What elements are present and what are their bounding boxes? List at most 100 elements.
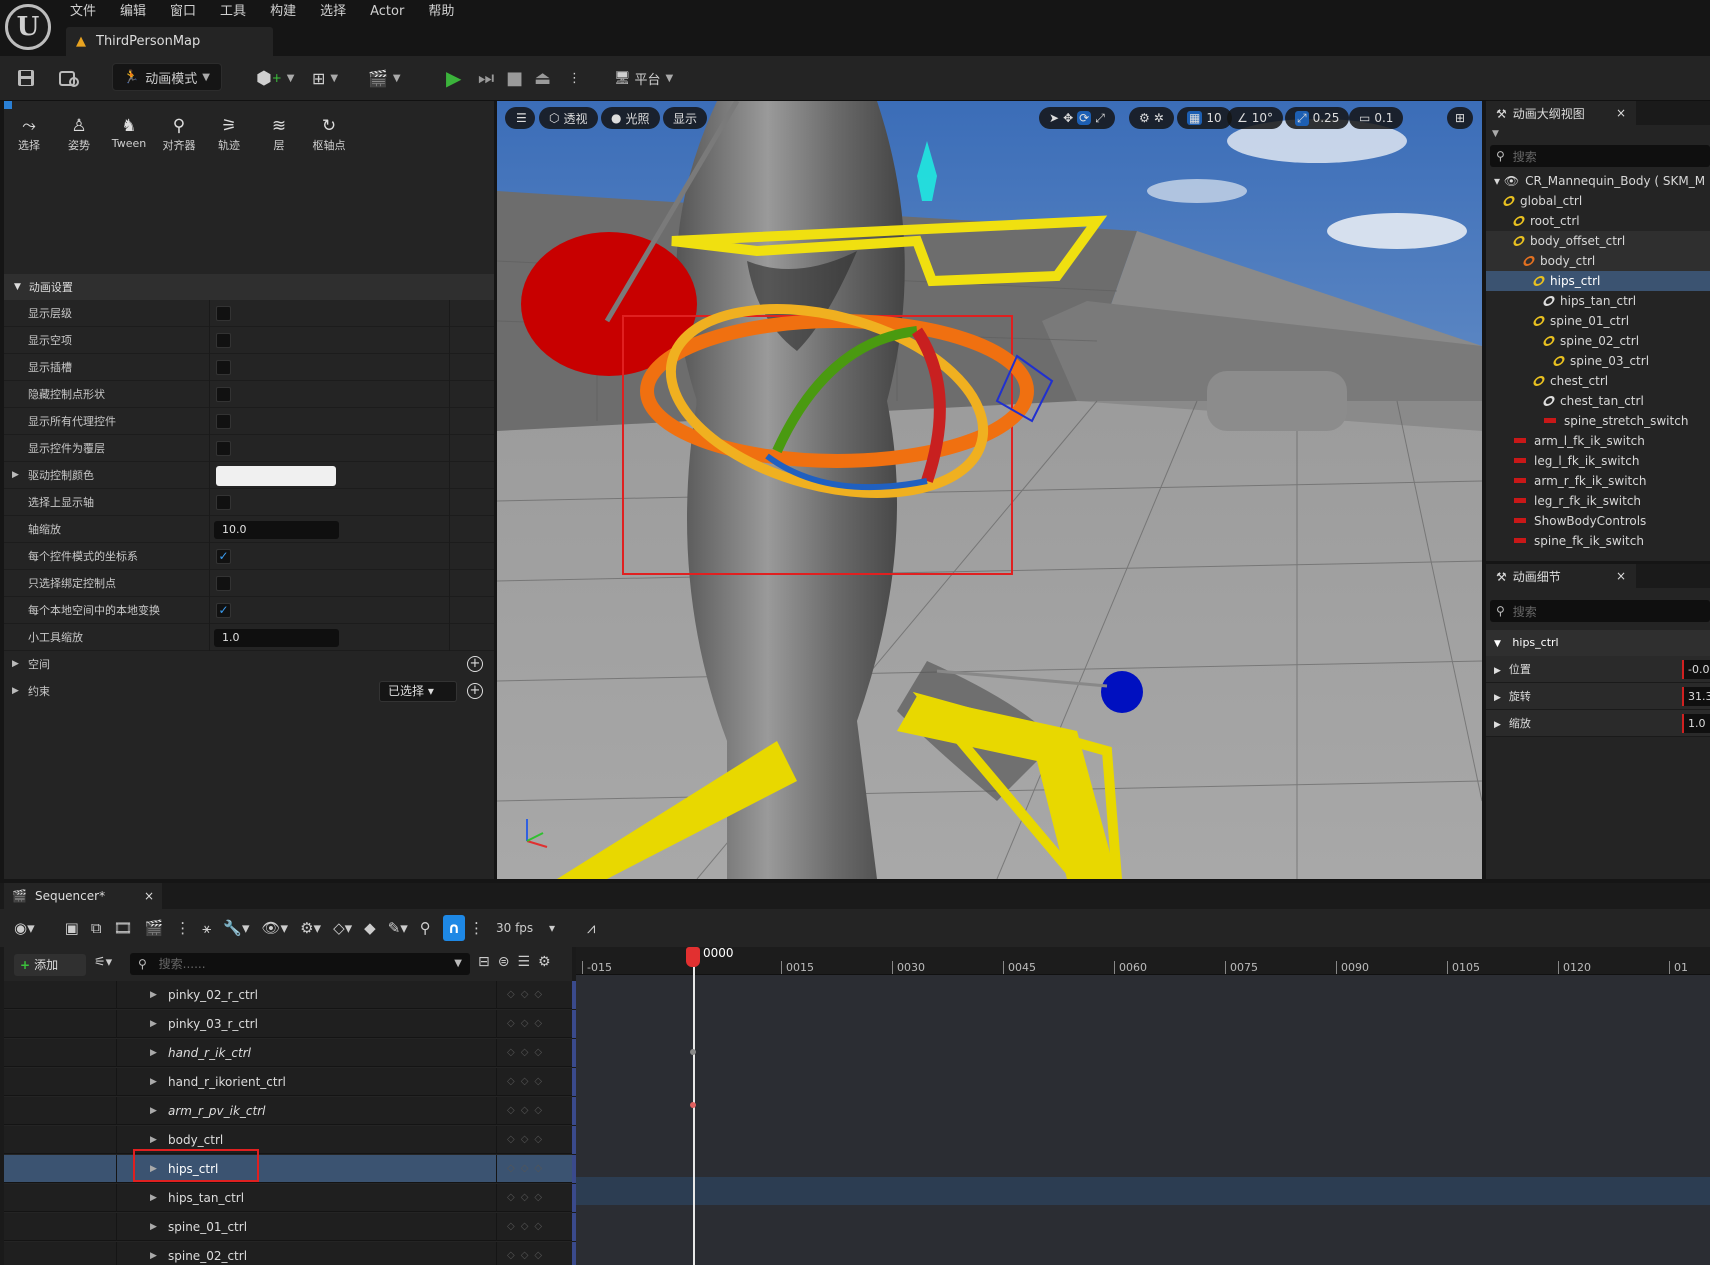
time-ruler[interactable]: -015 0015 0030 0045 0060 0075 0090 0105 0120 01 <box>576 947 1710 975</box>
outliner-item[interactable]: leg_r_fk_ik_switch <box>1486 491 1710 511</box>
rotate-icon[interactable]: ⟳ <box>1077 111 1092 125</box>
track-row[interactable]: ▶ pinky_02_r_ctrl ◇◇◇ <box>4 981 576 1009</box>
color-swatch[interactable] <box>216 466 336 486</box>
play-button[interactable]: ▶ <box>446 63 461 93</box>
menu-actor[interactable]: Actor <box>358 2 416 22</box>
select-mode-icon[interactable]: ➤ <box>1049 111 1059 125</box>
add-circle-icon[interactable]: + <box>467 656 483 672</box>
outliner-item[interactable]: arm_r_fk_ik_switch <box>1486 471 1710 491</box>
track-row[interactable]: ▶ arm_r_pv_ik_ctrl ◇◇◇ <box>4 1097 576 1125</box>
track-row[interactable]: ▶ spine_02_ctrl ◇◇◇ <box>4 1242 576 1265</box>
setting-checkbox[interactable] <box>216 333 231 348</box>
map-tab[interactable]: ▲ ThirdPersonMap <box>66 27 273 56</box>
playback-options-icon[interactable]: ⚙▾ <box>300 919 321 937</box>
transform-row[interactable]: ▶ 位置 -0.0 <box>1486 656 1710 683</box>
show-button[interactable]: 显示 <box>663 107 708 129</box>
viewport-menu-button[interactable]: ☰ <box>505 107 535 129</box>
sequencer-tab[interactable]: 🎬 Sequencer* × <box>4 883 162 909</box>
expand-arrow-icon[interactable]: ▶ <box>12 651 19 678</box>
platform-dropdown[interactable]: 🖥 平台 ▼ <box>614 63 673 93</box>
world-icon[interactable]: ◉▾ <box>14 919 35 937</box>
outliner-tab[interactable]: ⚒ 动画大纲视图 × <box>1486 101 1636 125</box>
setting-checkbox[interactable] <box>216 414 231 429</box>
grid-snap-button[interactable]: ▦ 10 <box>1177 107 1232 129</box>
transform-value-input[interactable]: 31.3 <box>1682 687 1710 706</box>
expand-arrow-icon[interactable]: ▶ <box>150 1010 157 1038</box>
key-nav-icons[interactable]: ◇◇◇ <box>507 1184 548 1212</box>
play-options-button[interactable]: ⋮ <box>568 63 581 93</box>
transform-row[interactable]: ▶ 旋转 31.3 <box>1486 683 1710 710</box>
expand-arrow-icon[interactable]: ▶ <box>12 678 19 705</box>
scale-icon[interactable]: ⤢ <box>1095 111 1105 126</box>
track-row[interactable]: ▶ pinky_03_r_ctrl ◇◇◇ <box>4 1010 576 1038</box>
lighting-button[interactable]: ● 光照 <box>601 107 660 129</box>
browse-icon[interactable] <box>58 63 80 93</box>
outliner-item[interactable]: global_ctrl <box>1486 191 1710 211</box>
mode-dropdown[interactable]: 🏃 动画模式 ▼ <box>112 63 222 91</box>
tool-aligner[interactable]: ⚲ 对齐器 <box>154 115 204 265</box>
details-tab[interactable]: ⚒ 动画细节 × <box>1486 564 1636 588</box>
track-row[interactable]: ▶ body_ctrl ◇◇◇ <box>4 1126 576 1154</box>
eject-button[interactable]: ⏏ <box>534 63 551 93</box>
anim-settings-header[interactable]: ▼ 动画设置 <box>4 274 494 300</box>
space-row[interactable]: ▶ 空间 + <box>4 651 494 678</box>
close-icon[interactable]: × <box>1616 106 1626 120</box>
expand-arrow-icon[interactable]: ▶ <box>1494 720 1501 730</box>
sequencer-timeline[interactable]: -015 0015 0030 0045 0060 0075 0090 0105 0120 01 0… <box>576 946 1710 1265</box>
outliner-item[interactable]: ShowBodyControls <box>1486 511 1710 531</box>
key-nav-icons[interactable]: ◇◇◇ <box>507 1068 548 1096</box>
expand-arrow-icon[interactable]: ▶ <box>150 1068 157 1096</box>
setting-checkbox[interactable] <box>216 495 231 510</box>
camera-speed-button[interactable]: ▭ 0.1 <box>1349 107 1404 129</box>
perspective-button[interactable]: ⬡ 透视 <box>539 107 598 129</box>
menu-build[interactable]: 构建 <box>258 2 308 22</box>
setting-number-input[interactable]: 10.0 <box>214 521 339 539</box>
constraint-selection-dropdown[interactable]: 已选择 ▾ <box>379 681 457 702</box>
close-icon[interactable]: × <box>1616 569 1626 583</box>
setting-checkbox[interactable] <box>216 387 231 402</box>
setting-checkbox[interactable]: ✓ <box>216 549 231 564</box>
wrench-icon[interactable]: 🔧▾ <box>223 919 249 937</box>
outliner-item[interactable]: spine_stretch_switch <box>1486 411 1710 431</box>
transform-value-input[interactable]: 1.0 <box>1682 714 1710 733</box>
expand-arrow-icon[interactable]: ▶ <box>150 1039 157 1067</box>
render-movie-icon[interactable]: 🎞 <box>114 919 133 937</box>
blueprint-button[interactable]: ⊞ ▼ <box>312 63 338 93</box>
tool-layer[interactable]: ≋ 层 <box>254 115 304 265</box>
menu-tools[interactable]: 工具 <box>208 2 258 22</box>
key-dot[interactable] <box>690 1049 696 1055</box>
expand-arrow-icon[interactable]: ▶ <box>1494 666 1501 676</box>
details-search-input[interactable]: ⚲ 搜索 <box>1490 600 1710 622</box>
world-space-icon[interactable]: ⚙ <box>1139 111 1150 125</box>
menu-help[interactable]: 帮助 <box>416 2 466 22</box>
snap-magnet-icon[interactable]: ∩ <box>442 915 465 941</box>
key-nav-icons[interactable]: ◇◇◇ <box>507 1213 548 1241</box>
track-view-options[interactable]: ⊟⊜☰⚙ <box>478 954 559 970</box>
key-nav-icons[interactable]: ◇◇◇ <box>507 1155 548 1183</box>
eye-icon[interactable]: ▾ 👁 <box>1494 174 1519 188</box>
menu-edit[interactable]: 编辑 <box>108 2 158 22</box>
filter-icon[interactable]: ⚟▾ <box>94 955 112 970</box>
track-lanes[interactable] <box>576 975 1710 1265</box>
coord-space-buttons[interactable]: ⚙ ✲ <box>1129 107 1174 129</box>
outliner-item[interactable]: hips_ctrl <box>1486 271 1710 291</box>
outliner-item[interactable]: chest_tan_ctrl <box>1486 391 1710 411</box>
cinematics-button[interactable]: 🎬 ▼ <box>368 63 401 93</box>
track-row[interactable]: ▶ hips_ctrl ◇◇◇ <box>4 1155 576 1183</box>
close-icon[interactable]: × <box>144 889 154 903</box>
track-row[interactable]: ▶ hand_r_ik_ctrl ◇◇◇ <box>4 1039 576 1067</box>
track-row[interactable]: ▶ hand_r_ikorient_ctrl ◇◇◇ <box>4 1068 576 1096</box>
key-diamond-icon[interactable]: ◇▾ <box>333 919 352 937</box>
outliner-item[interactable]: root_ctrl <box>1486 211 1710 231</box>
details-object-header[interactable]: ▼ hips_ctrl <box>1486 630 1710 656</box>
expand-arrow-icon[interactable]: ▶ <box>1494 693 1501 703</box>
rotation-snap-button[interactable]: ∠ 10° <box>1227 107 1284 129</box>
key-dot[interactable] <box>690 1102 696 1108</box>
tool-trails[interactable]: ⚞ 轨迹 <box>204 115 254 265</box>
key-nav-icons[interactable]: ◇◇◇ <box>507 1126 548 1154</box>
outliner-item[interactable]: chest_ctrl <box>1486 371 1710 391</box>
marker-icon[interactable]: ⚲ <box>420 919 431 937</box>
outliner-item[interactable]: body_ctrl <box>1486 251 1710 271</box>
layout-button[interactable]: ⊞ <box>1447 107 1474 129</box>
add-track-button[interactable]: + 添加 <box>14 954 86 976</box>
